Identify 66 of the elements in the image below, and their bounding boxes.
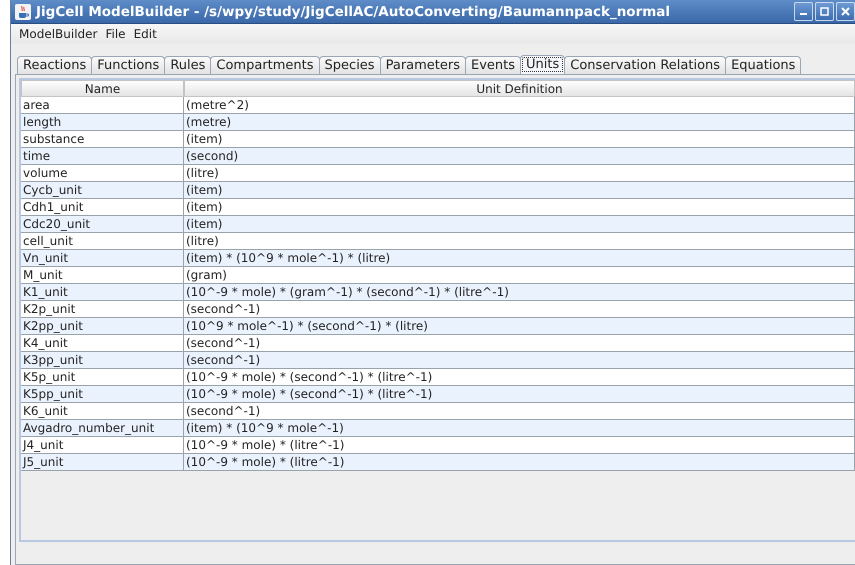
tab[interactable]: Equations — [725, 56, 802, 74]
table-cell: time — [21, 148, 184, 165]
window-title: JigCell ModelBuilder - /s/wpy/study/JigCellAC/AutoConverting/Baumannpack_normal — [36, 4, 672, 20]
table-cell: K1_unit — [21, 284, 184, 301]
table-cell: (gram) — [184, 267, 855, 284]
table-cell: (litre) — [184, 165, 855, 182]
table-cell: (second^-1) — [184, 301, 855, 318]
table-cell: (second^-1) — [184, 403, 855, 420]
table-cell: (10^-9 * mole) * (second^-1) * (litre^-1) — [184, 386, 855, 403]
table-cell: K5pp_unit — [21, 386, 184, 403]
column-header[interactable]: Name — [21, 80, 184, 97]
table-cell: (item) — [184, 182, 855, 199]
tab[interactable]: Events — [465, 56, 522, 74]
maximize-button[interactable] — [815, 2, 834, 21]
table-cell: Cdc20_unit — [21, 216, 184, 233]
table-cell: K2pp_unit — [21, 318, 184, 335]
close-button[interactable] — [836, 2, 855, 21]
close-icon — [841, 7, 850, 16]
table-cell: (10^-9 * mole) * (gram^-1) * (second^-1) * (litre^-1) — [184, 284, 855, 301]
table-cell: (10^-9 * mole) * (second^-1) * (litre^-1) — [184, 369, 855, 386]
table-cell: (10^9 * mole^-1) * (second^-1) * (litre) — [184, 318, 855, 335]
table-cell: (item) * (10^9 * mole^-1) — [184, 420, 855, 437]
table-cell: Avgadro_number_unit — [21, 420, 184, 437]
table-cell: J4_unit — [21, 437, 184, 454]
menu-item[interactable]: File — [101, 27, 130, 41]
table-cell: cell_unit — [21, 233, 184, 250]
table-cell: (metre) — [184, 114, 855, 131]
table-cell: (second^-1) — [184, 352, 855, 369]
table-cell: (metre^2) — [184, 97, 855, 114]
tab[interactable]: Species — [318, 56, 381, 74]
tab[interactable]: Units — [520, 55, 566, 74]
menu-item[interactable]: ModelBuilder — [15, 27, 102, 41]
table-cell: Cdh1_unit — [21, 199, 184, 216]
table-cell: volume — [21, 165, 184, 182]
table-cell: (second) — [184, 148, 855, 165]
tab[interactable]: Rules — [164, 56, 212, 74]
column-header[interactable]: Unit Definition — [184, 80, 855, 97]
table-cell: (item) * (10^9 * mole^-1) * (litre) — [184, 250, 855, 267]
table-cell: Vn_unit — [21, 250, 184, 267]
table-cell: Cycb_unit — [21, 182, 184, 199]
tab[interactable]: Parameters — [380, 56, 466, 74]
maximize-icon — [820, 7, 829, 16]
tab[interactable]: Compartments — [210, 56, 320, 74]
tab[interactable]: Conservation Relations — [564, 56, 726, 74]
table-cell: substance — [21, 131, 184, 148]
table-cell: (10^-9 * mole) * (litre^-1) — [184, 454, 855, 471]
tab[interactable]: Functions — [91, 56, 166, 74]
table-cell: length — [21, 114, 184, 131]
menu-item[interactable]: Edit — [130, 27, 161, 41]
table-cell: K4_unit — [21, 335, 184, 352]
table-cell: (item) — [184, 216, 855, 233]
table-cell: area — [21, 97, 184, 114]
table-cell: K2p_unit — [21, 301, 184, 318]
table-cell: (item) — [184, 131, 855, 148]
table-cell: K6_unit — [21, 403, 184, 420]
coffee-cup-icon — [15, 4, 31, 20]
table-cell: K5p_unit — [21, 369, 184, 386]
table-cell: (item) — [184, 199, 855, 216]
table-cell: (second^-1) — [184, 335, 855, 352]
table-cell: K3pp_unit — [21, 352, 184, 369]
tab[interactable]: Reactions — [17, 56, 92, 74]
table-cell: (10^-9 * mole) * (litre^-1) — [184, 437, 855, 454]
table-cell: M_unit — [21, 267, 184, 284]
table-cell: (litre) — [184, 233, 855, 250]
minimize-button[interactable] — [794, 2, 813, 21]
table-cell: J5_unit — [21, 454, 184, 471]
